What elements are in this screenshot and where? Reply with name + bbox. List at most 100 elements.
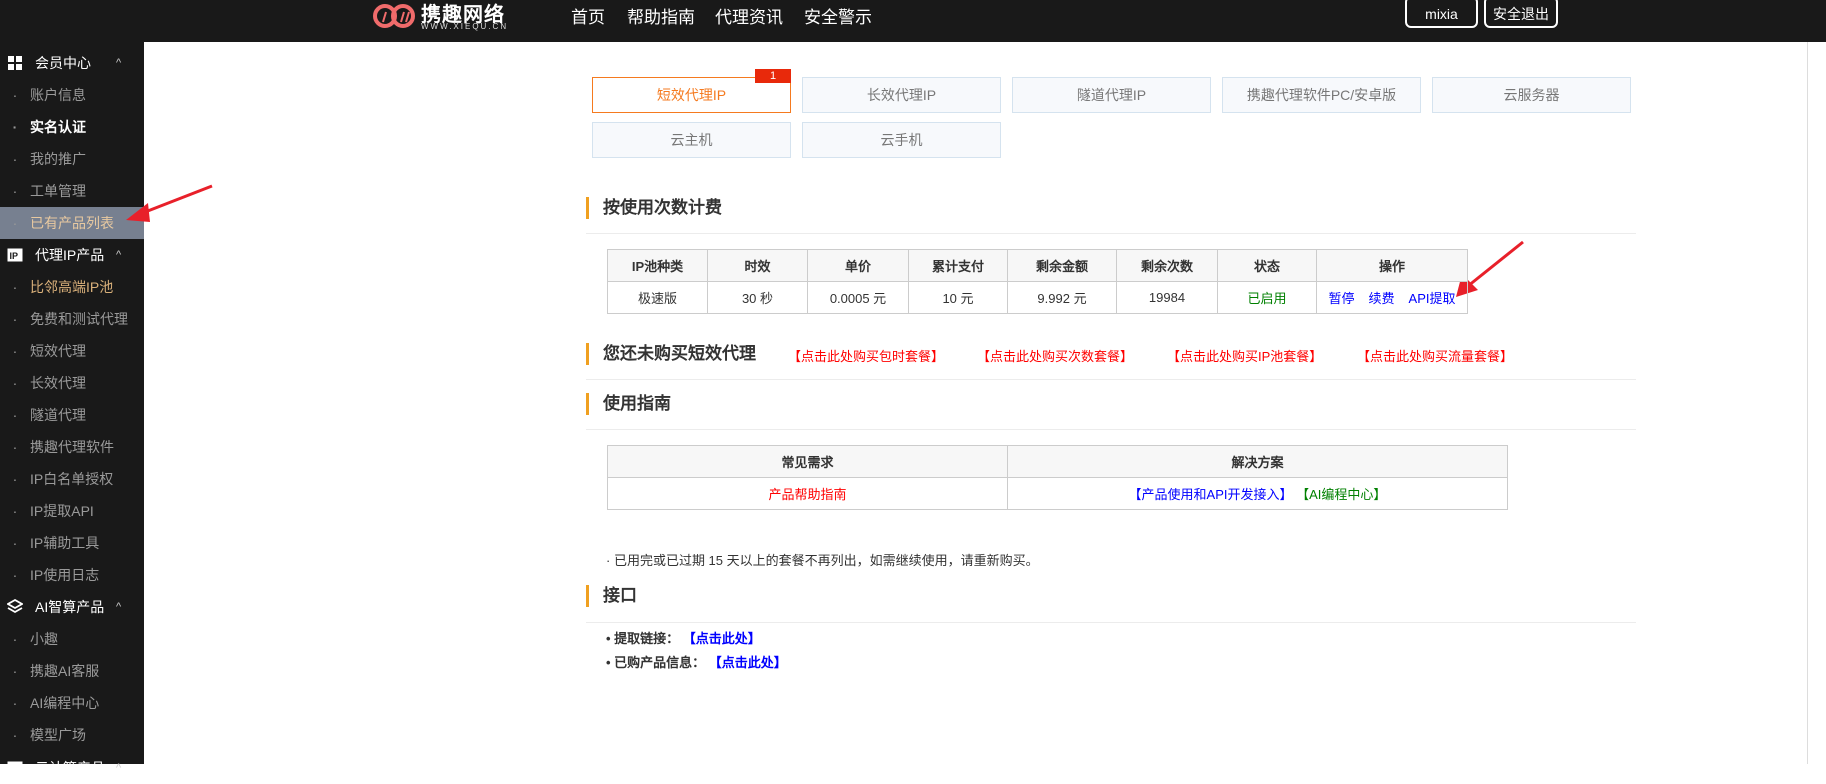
nav-help[interactable]: 帮助指南: [627, 3, 695, 28]
cell-remaining: 19984: [1116, 281, 1218, 314]
sidebar-item-tunnel[interactable]: · 隧道代理: [0, 399, 144, 431]
col-header: 剩余次数: [1116, 249, 1218, 282]
col-header: 累计支付: [908, 249, 1008, 282]
sidebar-group-proxy[interactable]: IP 代理IP产品 ^: [0, 239, 144, 271]
sidebar-item-premium-pool[interactable]: · 比邻高端IP池: [0, 271, 144, 303]
tab-cloud-phone[interactable]: 云手机: [802, 122, 1001, 158]
sidebar-item-ai-service[interactable]: · 携趣AI客服: [0, 655, 144, 687]
sidebar-item-products[interactable]: · 已有产品列表: [0, 207, 144, 239]
api-dev-link[interactable]: 【产品使用和API开发接入】: [1129, 487, 1293, 502]
group-label: AI智算产品: [35, 599, 105, 615]
tab-short-proxy[interactable]: 短效代理IP 1: [592, 69, 791, 113]
sidebar-item-long[interactable]: · 长效代理: [0, 367, 144, 399]
table-row: 极速版 30 秒 0.0005 元 10 元 9.992 元 19984 已启用…: [607, 281, 1468, 314]
divider: [586, 379, 1636, 380]
tab-long-proxy[interactable]: 长效代理IP: [802, 77, 1001, 113]
buy-traffic-link[interactable]: 【点击此处购买流量套餐】: [1357, 346, 1513, 365]
cell-balance: 9.992 元: [1007, 281, 1117, 314]
chevron-up-icon: ^: [116, 601, 122, 613]
item-label: 携趣代理软件: [30, 439, 114, 455]
annotation-arrows: [126, 184, 1524, 297]
ai-coding-link[interactable]: 【AI编程中心】: [1296, 487, 1386, 502]
item-label: 小趣: [30, 631, 58, 647]
sidebar-item-software[interactable]: · 携趣代理软件: [0, 431, 144, 463]
sidebar-item-verify[interactable]: · 实名认证: [0, 111, 144, 143]
sidebar-item-xiaoqu[interactable]: · 小趣: [0, 623, 144, 655]
cell-solution: 【产品使用和API开发接入】 【AI编程中心】: [1007, 477, 1508, 510]
group-label: 云计算产品: [35, 760, 105, 776]
nav-security[interactable]: 安全警示: [804, 3, 872, 28]
sidebar-item-tickets[interactable]: · 工单管理: [0, 175, 144, 207]
buy-count-link[interactable]: 【点击此处购买次数套餐】: [977, 346, 1133, 365]
tab-cloud-host[interactable]: 云主机: [592, 122, 791, 158]
sidebar-group-cloud[interactable]: 云计算产品 ^: [0, 752, 144, 784]
cell-actions: 暂停 续费 API提取: [1316, 281, 1468, 314]
col-header: 常见需求: [607, 445, 1008, 478]
ip-icon: IP: [7, 248, 23, 262]
sidebar-item-api[interactable]: · IP提取API: [0, 495, 144, 527]
item-label: 我的推广: [30, 151, 86, 167]
sidebar-group-ai[interactable]: AI智算产品 ^: [0, 591, 144, 623]
guide-table: 常见需求 解决方案 产品帮助指南 【产品使用和API开发接入】 【AI编程中心】: [607, 445, 1508, 510]
col-header: 状态: [1217, 249, 1317, 282]
nav-home[interactable]: 首页: [571, 3, 605, 28]
sidebar-item-free[interactable]: · 免费和测试代理: [0, 303, 144, 335]
buy-hourly-link[interactable]: 【点击此处购买包时套餐】: [788, 346, 944, 365]
col-header: IP池种类: [607, 249, 708, 282]
grid-icon: [8, 56, 22, 70]
item-label: 模型广场: [30, 727, 86, 743]
sidebar-item-models[interactable]: · 模型广场: [0, 719, 144, 751]
product-info-link[interactable]: 【点击此处】: [709, 655, 787, 670]
item-label: 工单管理: [30, 183, 86, 199]
item-label: 隧道代理: [30, 407, 86, 423]
list-item: • 已购产品信息： 【点击此处】: [606, 652, 787, 671]
buy-pool-link[interactable]: 【点击此处购买IP池套餐】: [1167, 346, 1322, 365]
sidebar-item-logs[interactable]: · IP使用日志: [0, 559, 144, 591]
cell-paid: 10 元: [908, 281, 1008, 314]
item-label: • 提取链接：: [606, 631, 680, 646]
item-label: AI编程中心: [30, 695, 100, 711]
cell-duration: 30 秒: [707, 281, 808, 314]
table-header-row: 常见需求 解决方案: [607, 445, 1508, 478]
item-label: IP提取API: [30, 503, 94, 519]
help-guide-link[interactable]: 产品帮助指南: [607, 477, 1008, 510]
logout-button[interactable]: 安全退出: [1484, 0, 1558, 28]
api-extract-link[interactable]: API提取: [1409, 291, 1456, 306]
item-label: 短效代理: [30, 343, 86, 359]
logo[interactable]: 携趣网络 WWW.XIEQU.CN: [373, 0, 509, 31]
billing-table: IP池种类 时效 单价 累计支付 剩余金额 剩余次数 状态 操作 极速版 30 …: [607, 249, 1468, 314]
tab-software[interactable]: 携趣代理软件PC/安卓版: [1222, 77, 1421, 113]
col-header: 时效: [707, 249, 808, 282]
logo-subtext: WWW.XIEQU.CN: [421, 22, 509, 31]
item-label: 比邻高端IP池: [30, 279, 114, 295]
tab-tunnel-proxy[interactable]: 隧道代理IP: [1012, 77, 1211, 113]
tab-cloud-server[interactable]: 云服务器: [1432, 77, 1631, 113]
layers-icon: [7, 599, 23, 614]
renew-link[interactable]: 续费: [1369, 291, 1395, 306]
api-title: 接口: [586, 585, 637, 607]
extract-link[interactable]: 【点击此处】: [683, 631, 761, 646]
expiry-note: · 已用完或已过期 15 天以上的套餐不再列出，如需继续使用，请重新购买。: [606, 553, 1039, 568]
item-label: 账户信息: [30, 87, 86, 103]
col-header: 单价: [807, 249, 909, 282]
purchase-title: 您还未购买短效代理: [586, 343, 756, 365]
sidebar-item-promo[interactable]: · 我的推广: [0, 143, 144, 175]
sidebar-item-short[interactable]: · 短效代理: [0, 335, 144, 367]
top-bar: 携趣网络 WWW.XIEQU.CN 首页 帮助指南 代理资讯 安全警示 mixi…: [0, 0, 1826, 42]
sidebar-item-ai-coding[interactable]: · AI编程中心: [0, 687, 144, 719]
item-label: IP辅助工具: [30, 535, 100, 551]
sidebar-item-account[interactable]: · 账户信息: [0, 79, 144, 111]
item-label: 长效代理: [30, 375, 86, 391]
sidebar-item-whitelist[interactable]: · IP白名单授权: [0, 463, 144, 495]
status-badge: 已启用: [1217, 281, 1317, 314]
group-label: 会员中心: [35, 55, 91, 71]
sidebar-item-tools[interactable]: · IP辅助工具: [0, 527, 144, 559]
list-item: • 提取链接： 【点击此处】: [606, 628, 761, 647]
nav-news[interactable]: 代理资讯: [715, 3, 783, 28]
item-label: 免费和测试代理: [30, 311, 128, 327]
chevron-up-icon: ^: [116, 57, 122, 69]
user-button[interactable]: mixia: [1405, 0, 1478, 28]
pause-link[interactable]: 暂停: [1329, 291, 1355, 306]
sidebar-group-member[interactable]: 会员中心 ^: [0, 47, 144, 79]
svg-text:IP: IP: [10, 251, 19, 261]
